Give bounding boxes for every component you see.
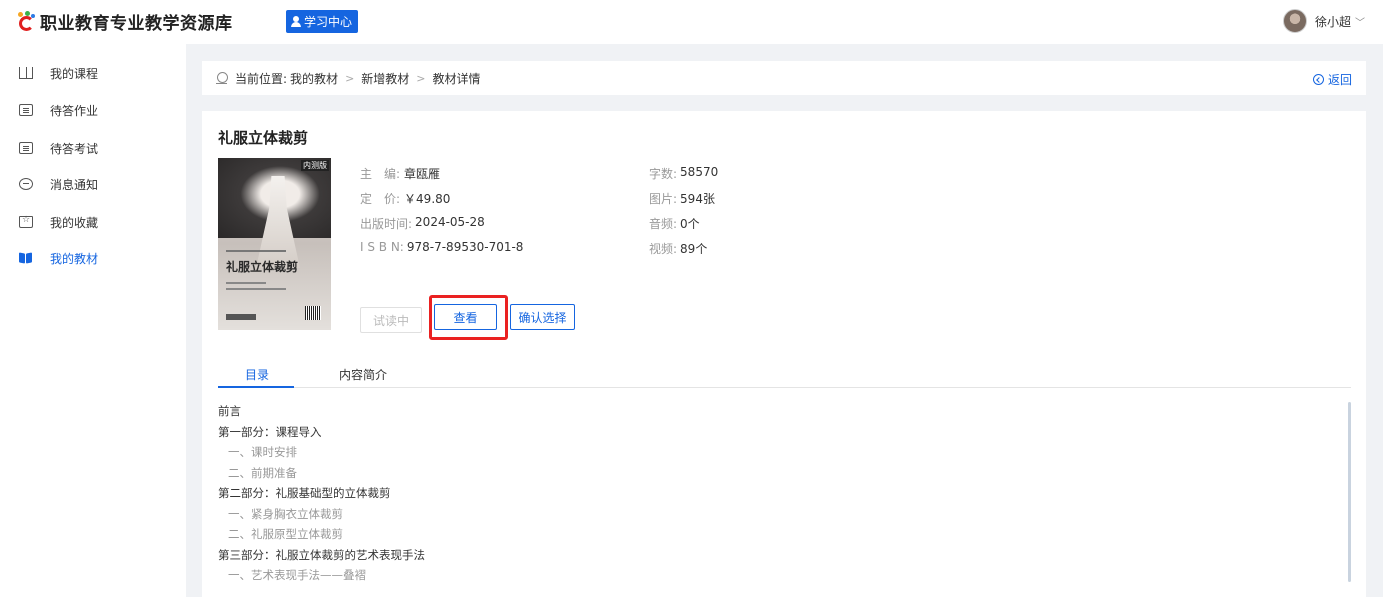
toc-item[interactable]: 一、紧身胸衣立体裁剪 <box>218 504 1338 525</box>
meta-value: 2024-05-28 <box>415 215 485 229</box>
avatar[interactable] <box>1282 9 1307 33</box>
meta-isbn: I S B N: 978-7-89530-701-8 <box>360 240 523 254</box>
trial-reading-button: 试读中 <box>360 307 422 333</box>
chevron-right-icon: > <box>416 71 426 85</box>
confirm-select-button[interactable]: 确认选择 <box>510 304 575 330</box>
sidebar-item-label: 我的收藏 <box>50 215 99 230</box>
site-logo[interactable]: 职业教育专业教学资源库 <box>16 9 233 34</box>
top-header: 职业教育专业教学资源库 学习中心 徐小超 ﹀ <box>0 0 1383 44</box>
textbook-detail-card: 礼服立体裁剪 内测版 礼服立体裁剪 主 编: 章瓯雁 定 价: ￥49.80 出… <box>202 111 1366 597</box>
user-menu[interactable]: 徐小超 ﹀ <box>1282 9 1365 33</box>
book-icon <box>19 67 33 79</box>
favorite-icon <box>19 215 33 228</box>
meta-value: 978-7-89530-701-8 <box>406 240 524 254</box>
sidebar-item-my-courses[interactable]: 我的课程 <box>0 55 186 91</box>
meta-image-count: 图片: 594张 <box>649 190 715 207</box>
breadcrumb-item[interactable]: 我的教材 <box>290 70 338 87</box>
meta-key: 字数: <box>649 167 678 181</box>
meta-publish-date: 出版时间: 2024-05-28 <box>360 215 485 232</box>
sidebar-item-pending-exam[interactable]: 待答考试 <box>0 130 186 166</box>
cover-tag: 内测版 <box>301 160 329 171</box>
meta-value: 58570 <box>680 165 719 179</box>
meta-value: ￥49.80 <box>404 192 451 206</box>
sidebar: 我的课程 待答作业 待答考试 消息通知 我的收藏 我的教材 <box>0 44 186 597</box>
message-icon <box>19 178 33 190</box>
meta-video-count: 视频: 89个 <box>649 240 707 257</box>
meta-value: 章瓯雁 <box>404 167 441 181</box>
meta-audio-count: 音频: 0个 <box>649 215 700 232</box>
toc-item[interactable]: 第一部分：课程导入 <box>218 422 1338 443</box>
site-title: 职业教育专业教学资源库 <box>40 14 233 34</box>
logo-icon <box>16 10 38 33</box>
meta-price: 定 价: ￥49.80 <box>360 190 450 207</box>
meta-key: 视频: <box>649 242 678 256</box>
toc-item[interactable]: 第三部分：礼服立体裁剪的艺术表现手法 <box>218 545 1338 566</box>
sidebar-item-favorites[interactable]: 我的收藏 <box>0 204 186 240</box>
learning-center-button[interactable]: 学习中心 <box>286 10 359 33</box>
meta-value: 594张 <box>680 192 715 206</box>
location-icon <box>216 71 228 85</box>
chevron-right-icon: > <box>345 71 355 85</box>
meta-key: 主 编: <box>360 167 401 181</box>
toc-list: 前言 第一部分：课程导入 一、课时安排 二、前期准备 第二部分：礼服基础型的立体… <box>218 401 1338 586</box>
meta-editor: 主 编: 章瓯雁 <box>360 165 440 182</box>
toc-item[interactable]: 二、礼服原型立体裁剪 <box>218 524 1338 545</box>
meta-key: I S B N: <box>360 240 404 254</box>
toc-item[interactable]: 第二部分：礼服基础型的立体裁剪 <box>218 483 1338 504</box>
homework-icon <box>19 104 33 116</box>
sidebar-item-label: 待答作业 <box>50 103 99 118</box>
sidebar-item-my-textbooks[interactable]: 我的教材 <box>0 240 186 276</box>
breadcrumb-item[interactable]: 新增教材 <box>361 70 409 87</box>
sidebar-item-label: 消息通知 <box>50 177 99 192</box>
chevron-down-icon[interactable]: ﹀ <box>1355 14 1365 29</box>
meta-key: 音频: <box>649 217 678 231</box>
sidebar-item-label: 待答考试 <box>50 141 99 156</box>
meta-key: 图片: <box>649 192 678 206</box>
toc-item[interactable]: 一、课时安排 <box>218 442 1338 463</box>
tab-toc[interactable]: 目录 <box>245 366 269 383</box>
barcode-icon <box>305 306 321 320</box>
meta-key: 定 价: <box>360 192 401 206</box>
breadcrumb-item-current: 教材详情 <box>432 71 481 86</box>
sidebar-item-label: 我的课程 <box>50 66 99 81</box>
back-icon <box>1312 74 1324 85</box>
detail-tabs: 目录 内容简介 <box>218 360 1351 388</box>
user-name[interactable]: 徐小超 <box>1315 13 1351 30</box>
tab-active-indicator <box>218 386 294 388</box>
meta-value: 89个 <box>680 242 708 256</box>
meta-key: 出版时间: <box>360 217 413 231</box>
meta-word-count: 字数: 58570 <box>649 165 718 182</box>
book-cover: 内测版 礼服立体裁剪 <box>218 158 331 330</box>
view-button[interactable]: 查看 <box>434 304 497 330</box>
toc-item[interactable]: 一、艺术表现手法——叠褶 <box>218 565 1338 586</box>
meta-value: 0个 <box>680 217 700 231</box>
toc-item[interactable]: 前言 <box>218 401 1338 422</box>
scrollbar[interactable] <box>1348 402 1351 582</box>
breadcrumb-prefix: 当前位置: <box>235 71 288 86</box>
sidebar-item-notifications[interactable]: 消息通知 <box>0 166 186 202</box>
learning-center-label: 学习中心 <box>304 15 353 29</box>
book-title: 礼服立体裁剪 <box>218 129 309 147</box>
back-button[interactable]: 返回 <box>1312 71 1352 88</box>
user-icon <box>291 16 301 27</box>
sidebar-item-pending-homework[interactable]: 待答作业 <box>0 92 186 128</box>
cover-title: 礼服立体裁剪 <box>226 260 299 274</box>
toc-item[interactable]: 二、前期准备 <box>218 463 1338 484</box>
textbook-icon <box>19 252 33 264</box>
tab-intro[interactable]: 内容简介 <box>339 366 387 383</box>
sidebar-item-label: 我的教材 <box>50 251 99 266</box>
back-label: 返回 <box>1327 73 1352 87</box>
exam-icon <box>19 142 33 154</box>
breadcrumb: 当前位置: 我的教材 > 新增教材 > 教材详情 返回 <box>202 61 1366 95</box>
